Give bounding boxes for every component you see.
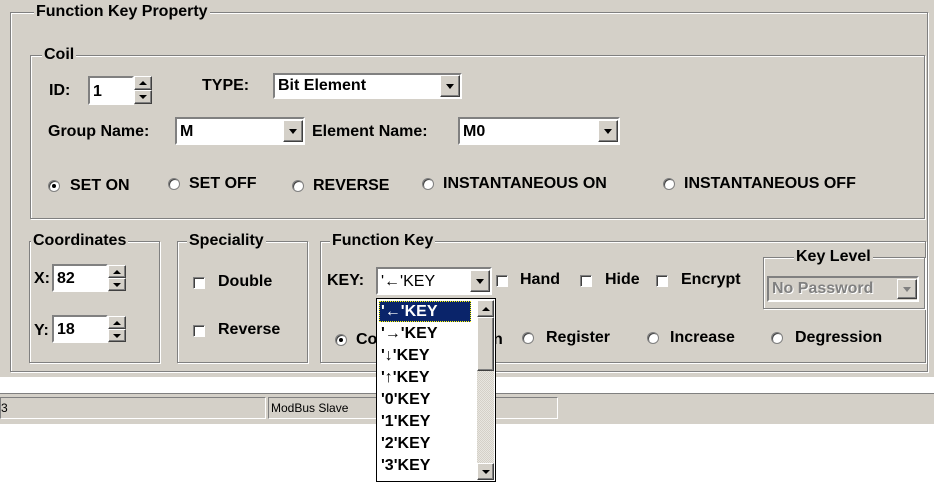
id-value: 1: [93, 83, 102, 100]
element-name-select[interactable]: M0: [458, 117, 620, 145]
key-option[interactable]: '2'KEY: [379, 433, 471, 454]
set-off-label[interactable]: SET OFF: [189, 174, 257, 194]
key-option[interactable]: '↑'KEY: [379, 367, 471, 388]
instantaneous-on-radio[interactable]: [422, 178, 434, 190]
key-option[interactable]: '1'KEY: [379, 411, 471, 432]
y-input[interactable]: 18: [52, 315, 108, 343]
set-on-label[interactable]: SET ON: [70, 176, 130, 196]
reverse-label[interactable]: REVERSE: [313, 176, 389, 196]
degression-label[interactable]: Degression: [795, 328, 882, 348]
x-value: 82: [57, 270, 75, 287]
status-cell-1: 3: [0, 397, 266, 419]
chevron-down-icon: [481, 469, 490, 474]
scroll-up-button[interactable]: [477, 300, 494, 317]
encrypt-checkbox[interactable]: [656, 275, 668, 287]
key-option[interactable]: '←'KEY: [379, 301, 471, 322]
type-value: Bit Element: [278, 77, 367, 94]
key-option[interactable]: '3'KEY: [379, 455, 471, 476]
key-level-value: No Password: [772, 280, 874, 297]
id-spin-down[interactable]: [134, 90, 152, 104]
key-level-dropdown-button: [897, 279, 917, 299]
x-spin-up[interactable]: [108, 265, 126, 278]
speciality-group: [177, 241, 308, 363]
instantaneous-off-radio[interactable]: [663, 178, 675, 190]
hide-label[interactable]: Hide: [605, 270, 640, 290]
register-radio[interactable]: [522, 332, 534, 344]
key-option[interactable]: '0'KEY: [379, 389, 471, 410]
set-on-radio[interactable]: [48, 180, 60, 192]
y-spin-down[interactable]: [108, 329, 126, 342]
degression-radio[interactable]: [771, 332, 783, 344]
type-dropdown-button[interactable]: [440, 75, 460, 97]
set-off-radio[interactable]: [168, 178, 180, 190]
encrypt-label[interactable]: Encrypt: [681, 270, 741, 290]
key-value: '←'KEY: [381, 273, 436, 290]
function-key-property-title: Function Key Property: [34, 3, 210, 21]
increase-radio[interactable]: [647, 332, 659, 344]
coil-group-title: Coil: [42, 46, 77, 64]
type-label: TYPE:: [202, 77, 250, 94]
chevron-down-icon: [289, 128, 297, 134]
key-dropdown-button[interactable]: [470, 270, 490, 292]
hand-label[interactable]: Hand: [520, 270, 560, 290]
hand-checkbox[interactable]: [496, 275, 508, 287]
element-name-value: M0: [463, 123, 486, 140]
x-input[interactable]: 82: [52, 264, 108, 292]
increase-label[interactable]: Increase: [670, 328, 735, 348]
key-label: KEY:: [327, 272, 365, 289]
x-label: X:: [34, 270, 50, 287]
double-checkbox[interactable]: [193, 277, 205, 289]
reverse-speciality-label[interactable]: Reverse: [218, 320, 280, 340]
instantaneous-off-label[interactable]: INSTANTANEOUS OFF: [684, 174, 856, 194]
key-option[interactable]: '→'KEY: [379, 323, 471, 344]
co-label[interactable]: Co: [356, 330, 377, 350]
group-name-dropdown-button[interactable]: [283, 120, 303, 142]
speciality-title: Speciality: [187, 232, 266, 250]
scroll-thumb[interactable]: [477, 317, 494, 371]
chevron-up-icon: [481, 306, 490, 311]
double-label[interactable]: Double: [218, 272, 272, 292]
chevron-down-icon: [446, 83, 454, 89]
key-option[interactable]: '↓'KEY: [379, 345, 471, 366]
coordinates-title: Coordinates: [31, 232, 129, 250]
y-spin-up[interactable]: [108, 316, 126, 329]
y-value: 18: [57, 321, 75, 338]
hide-checkbox[interactable]: [580, 275, 592, 287]
x-spin-down[interactable]: [108, 278, 126, 291]
id-input[interactable]: 1: [88, 76, 134, 105]
id-label: ID:: [49, 82, 71, 99]
chevron-down-icon: [903, 286, 911, 292]
reverse-checkbox[interactable]: [193, 325, 205, 337]
id-spin-up[interactable]: [134, 76, 152, 90]
key-dropdown-list[interactable]: '←'KEY '→'KEY '↓'KEY '↑'KEY '0'KEY '1'KE…: [376, 298, 496, 482]
group-name-value: M: [180, 123, 194, 140]
chevron-down-icon: [604, 128, 612, 134]
key-level-title: Key Level: [794, 248, 873, 266]
y-label: Y:: [34, 322, 49, 339]
element-name-label: Element Name:: [312, 123, 428, 140]
register-label[interactable]: Register: [546, 328, 610, 348]
group-name-label: Group Name:: [48, 123, 150, 140]
scroll-down-button[interactable]: [477, 463, 494, 480]
instantaneous-on-label[interactable]: INSTANTANEOUS ON: [443, 174, 607, 194]
chevron-down-icon: [476, 278, 484, 284]
element-name-dropdown-button[interactable]: [598, 120, 618, 142]
co-radio[interactable]: [335, 334, 347, 346]
reverse-radio[interactable]: [292, 180, 304, 192]
type-select[interactable]: Bit Element: [273, 73, 462, 99]
function-key-title: Function Key: [330, 232, 436, 250]
coordinates-group: [29, 241, 160, 363]
